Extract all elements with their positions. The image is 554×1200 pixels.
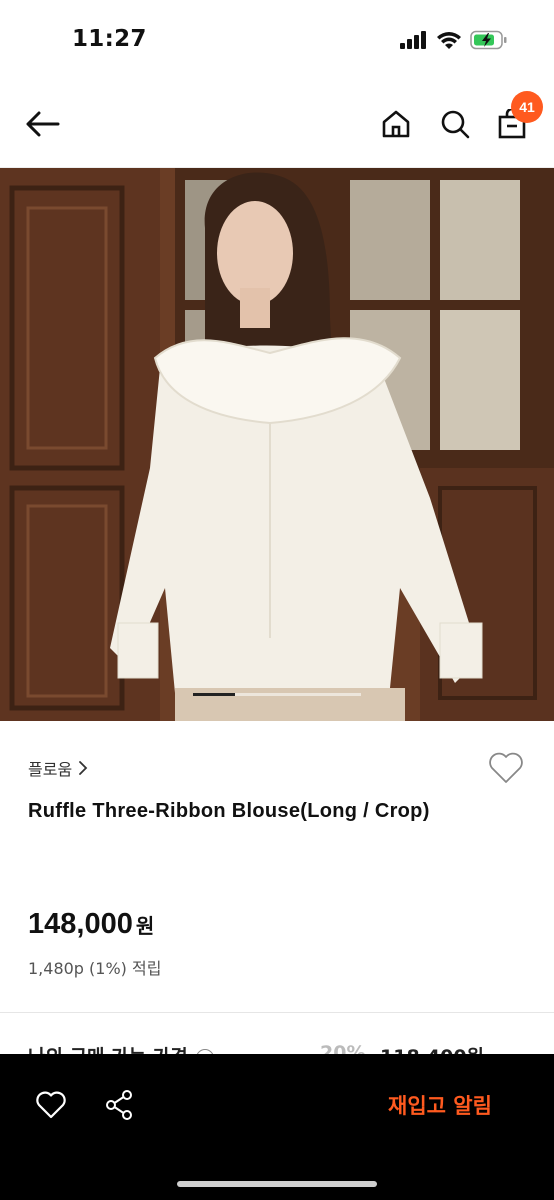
price-unit: 원 xyxy=(135,914,155,938)
member-price-row[interactable]: 나의 구매 가능 가격 20% 118,400원 xyxy=(0,1040,554,1054)
member-discount: 20% xyxy=(320,1042,366,1054)
product-photo xyxy=(0,168,554,721)
search-button[interactable] xyxy=(433,102,477,146)
chevron-right-icon xyxy=(79,761,88,775)
product-title: Ruffle Three-Ribbon Blouse(Long / Crop) xyxy=(28,800,430,822)
share-icon xyxy=(106,1090,132,1120)
price-row: 148,000 원 xyxy=(28,908,154,941)
wifi-icon xyxy=(437,31,461,49)
carousel-active-indicator xyxy=(193,693,235,696)
brand-link[interactable]: 플로움 xyxy=(28,756,88,780)
price-value: 148,000 xyxy=(28,908,133,940)
home-icon xyxy=(382,110,410,138)
divider xyxy=(0,1012,554,1013)
brand-name: 플로움 xyxy=(28,760,73,779)
status-icons xyxy=(400,30,508,50)
reward-points: 1,480p (1%) 적립 xyxy=(28,959,162,978)
signal-icon xyxy=(400,31,426,49)
bottom-action-bar: 재입고 알림 xyxy=(0,1054,554,1200)
heart-icon xyxy=(36,1091,66,1119)
wishlist-button[interactable] xyxy=(486,748,526,788)
top-nav-bar xyxy=(0,80,554,168)
status-bar: 11:27 xyxy=(0,0,554,80)
battery-icon xyxy=(470,30,507,50)
cart-count-badge: 41 xyxy=(511,91,543,123)
back-button[interactable] xyxy=(20,102,64,146)
status-time: 11:27 xyxy=(72,26,147,52)
arrow-left-icon xyxy=(26,111,60,137)
share-button[interactable] xyxy=(98,1084,140,1126)
member-price-label: 나의 구매 가능 가격 xyxy=(28,1042,214,1054)
product-image[interactable] xyxy=(0,168,554,721)
home-button[interactable] xyxy=(374,102,418,146)
restock-alert-button[interactable]: 재입고 알림 xyxy=(360,1084,520,1126)
heart-icon xyxy=(489,752,523,783)
home-indicator xyxy=(177,1181,377,1187)
search-icon xyxy=(441,110,470,139)
member-price-value: 118,400원 xyxy=(380,1042,484,1054)
bottom-wishlist-button[interactable] xyxy=(30,1084,72,1126)
